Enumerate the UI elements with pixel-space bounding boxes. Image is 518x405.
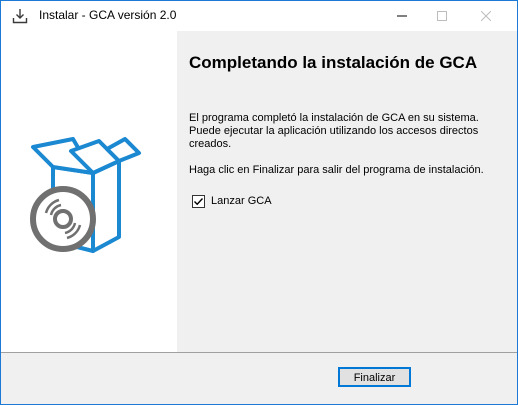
finish-button[interactable]: Finalizar <box>338 367 411 387</box>
window-title: Instalar - GCA versión 2.0 <box>39 8 177 22</box>
wizard-side-image <box>1 31 177 352</box>
minimize-icon <box>397 15 407 17</box>
maximize-icon <box>437 11 447 21</box>
installer-window: Instalar - GCA versión 2.0 Completando l… <box>0 0 518 405</box>
page-title: Completando la instalación de GCA <box>189 53 478 72</box>
launch-gca-label[interactable]: Lanzar GCA <box>211 194 272 208</box>
completion-message: El programa completó la instalación de G… <box>189 112 479 150</box>
finish-instruction: Haga clic en Finalizar para salir del pr… <box>189 164 484 176</box>
button-bar: Finalizar <box>1 352 517 404</box>
maximize-button[interactable] <box>419 1 465 31</box>
close-button[interactable] <box>463 1 509 31</box>
launch-gca-checkbox[interactable] <box>192 195 205 208</box>
installer-download-icon <box>12 8 28 24</box>
wizard-content: Completando la instalación de GCA El pro… <box>177 31 517 352</box>
checkmark-icon <box>194 198 204 206</box>
title-bar[interactable]: Instalar - GCA versión 2.0 <box>1 1 517 31</box>
close-icon <box>481 11 491 21</box>
box-with-disc-icon <box>30 137 141 253</box>
